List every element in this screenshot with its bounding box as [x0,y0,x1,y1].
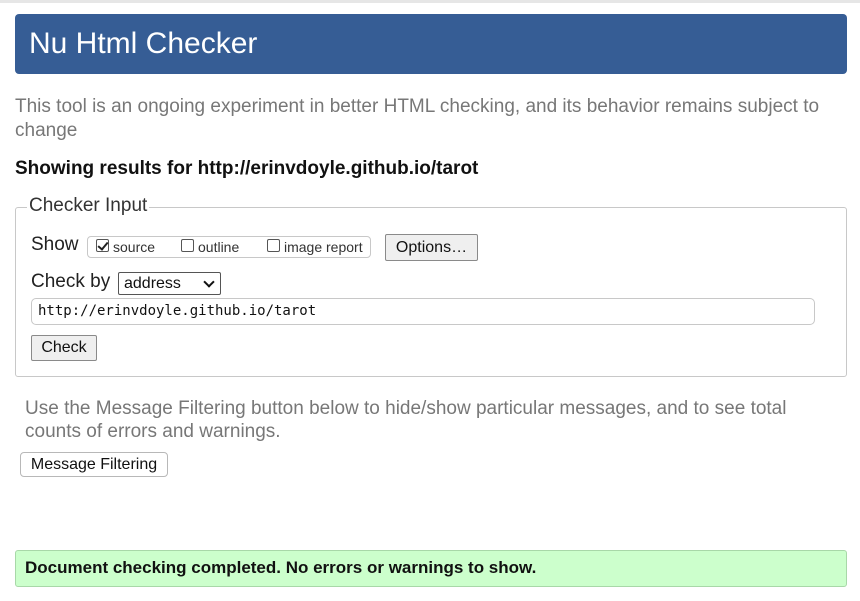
status-message-box: Document checking completed. No errors o… [15,550,847,587]
page-header: Nu Html Checker [15,14,847,74]
image-report-option-label: image report [284,239,363,255]
message-filtering-note: Use the Message Filtering button below t… [25,398,787,442]
check-by-label: Check by [31,271,111,292]
check-by-select[interactable]: address [118,272,221,295]
top-strip [0,0,860,3]
chevron-down-icon [203,276,215,288]
source-checkbox[interactable] [96,238,109,252]
show-source-option[interactable]: source [96,237,155,257]
show-options-group: source outline image report [87,236,371,258]
status-message: Document checking completed. No errors o… [25,558,537,577]
page-title: Nu Html Checker [29,27,258,60]
show-image-report-option[interactable]: image report [267,237,363,257]
image-report-checkbox[interactable] [267,238,280,252]
show-label: Show [31,234,79,255]
show-outline-option[interactable]: outline [181,237,239,257]
options-button[interactable]: Options… [385,234,478,261]
check-by-selected-value: address [124,275,181,292]
outline-option-label: outline [198,239,240,255]
url-input[interactable]: http://erinvdoyle.github.io/tarot [31,298,815,325]
outline-checkbox[interactable] [181,238,194,252]
source-option-label: source [113,239,156,255]
check-button[interactable]: Check [31,335,97,361]
message-filtering-button[interactable]: Message Filtering [20,452,168,477]
checker-input-legend: Checker Input [27,195,150,217]
intro-text: This tool is an ongoing experiment in be… [15,96,820,141]
results-heading: Showing results for http://erinvdoyle.gi… [15,158,479,179]
